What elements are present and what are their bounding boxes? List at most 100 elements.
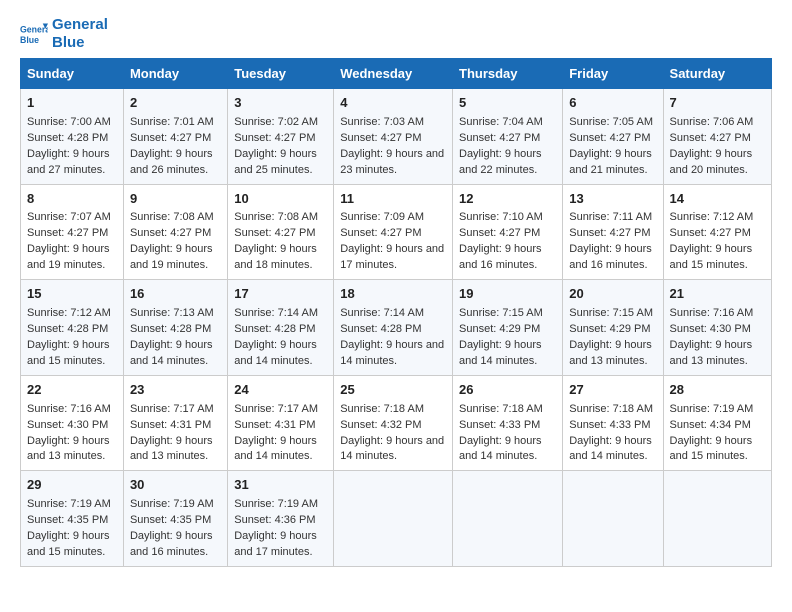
sunset-label: Sunset: 4:29 PM: [459, 323, 540, 335]
sunrise-label: Sunrise: 7:14 AM: [234, 307, 318, 319]
calendar-cell: 27Sunrise: 7:18 AMSunset: 4:33 PMDayligh…: [563, 375, 663, 471]
calendar-cell: 10Sunrise: 7:08 AMSunset: 4:27 PMDayligh…: [228, 184, 334, 280]
col-header-tuesday: Tuesday: [228, 59, 334, 89]
daylight-label: Daylight: 9 hours and 14 minutes.: [340, 339, 444, 367]
sunrise-label: Sunrise: 7:03 AM: [340, 116, 424, 128]
week-row-4: 22Sunrise: 7:16 AMSunset: 4:30 PMDayligh…: [21, 375, 772, 471]
calendar-cell: 13 Sunrise: 7:11 AM Sunset: 4:27 PM Dayligh…: [563, 184, 663, 280]
day-number: 16: [130, 285, 221, 304]
calendar-cell: [453, 471, 563, 567]
calendar-cell: 4Sunrise: 7:03 AMSunset: 4:27 PMDaylight…: [334, 89, 453, 185]
sunrise-label: Sunrise: 7:15 AM: [569, 307, 653, 319]
calendar-cell: 20Sunrise: 7:15 AMSunset: 4:29 PMDayligh…: [563, 280, 663, 376]
col-header-monday: Monday: [123, 59, 227, 89]
daylight-label: Daylight: 9 hours and 15 minutes.: [27, 530, 110, 558]
sunrise-label: Sunrise: 7:18 AM: [459, 403, 543, 415]
daylight-label: Daylight: 9 hours and 14 minutes.: [459, 339, 542, 367]
calendar-cell: 11Sunrise: 7:09 AMSunset: 4:27 PMDayligh…: [334, 184, 453, 280]
sunset-label: Sunset: 4:27 PM: [569, 227, 650, 239]
day-number: 9: [130, 190, 221, 209]
logo-text: General Blue: [52, 16, 108, 52]
sunrise-label: Sunrise: 7:08 AM: [130, 211, 214, 223]
daylight-label: Daylight: 9 hours and 14 minutes.: [569, 435, 652, 463]
col-header-friday: Friday: [563, 59, 663, 89]
sunrise-label: Sunrise: 7:02 AM: [234, 116, 318, 128]
daylight-label: Daylight: 9 hours and 23 minutes.: [340, 148, 444, 176]
daylight-label: Daylight: 9 hours and 20 minutes.: [670, 148, 753, 176]
day-number: 21: [670, 285, 765, 304]
day-number: 30: [130, 476, 221, 495]
day-number: 14: [670, 190, 765, 209]
sunset-label: Sunset: 4:28 PM: [27, 323, 108, 335]
col-header-thursday: Thursday: [453, 59, 563, 89]
calendar-cell: 1Sunrise: 7:00 AMSunset: 4:28 PMDaylight…: [21, 89, 124, 185]
header-row: SundayMondayTuesdayWednesdayThursdayFrid…: [21, 59, 772, 89]
sunset-label: Sunset: 4:32 PM: [340, 419, 421, 431]
daylight-label: Daylight: 9 hours and 14 minutes.: [234, 435, 317, 463]
day-number: 17: [234, 285, 327, 304]
sunrise-label: Sunrise: 7:15 AM: [459, 307, 543, 319]
day-number: 1: [27, 94, 117, 113]
calendar-table: SundayMondayTuesdayWednesdayThursdayFrid…: [20, 58, 772, 567]
sunrise-label: Sunrise: 7:17 AM: [130, 403, 214, 415]
sunset-label: Sunset: 4:27 PM: [569, 132, 650, 144]
sunrise-label: Sunrise: 7:04 AM: [459, 116, 543, 128]
sunrise-label: Sunrise: 7:16 AM: [27, 403, 111, 415]
header: General Blue General Blue: [20, 16, 772, 52]
day-number: 3: [234, 94, 327, 113]
sunset-label: Sunset: 4:27 PM: [27, 227, 108, 239]
day-number: 6: [569, 94, 656, 113]
calendar-cell: 19 Sunrise: 7:15 AM Sunset: 4:29 PM Dayligh…: [453, 280, 563, 376]
calendar-cell: 24Sunrise: 7:17 AMSunset: 4:31 PMDayligh…: [228, 375, 334, 471]
day-number: 25: [340, 381, 446, 400]
sunrise-label: Sunrise: 7:11 AM: [569, 211, 652, 223]
daylight-label: Daylight: 9 hours and 16 minutes.: [569, 243, 652, 271]
calendar-cell: 26Sunrise: 7:18 AMSunset: 4:33 PMDayligh…: [453, 375, 563, 471]
day-number: 27: [569, 381, 656, 400]
sunrise-label: Sunrise: 7:17 AM: [234, 403, 318, 415]
day-number: 19: [459, 285, 556, 304]
sunset-label: Sunset: 4:27 PM: [234, 132, 315, 144]
daylight-label: Daylight: 9 hours and 14 minutes.: [234, 339, 317, 367]
svg-text:Blue: Blue: [20, 35, 39, 45]
sunrise-label: Sunrise: 7:12 AM: [27, 307, 111, 319]
day-number: 5: [459, 94, 556, 113]
day-number: 18: [340, 285, 446, 304]
day-number: 15: [27, 285, 117, 304]
week-row-1: 1Sunrise: 7:00 AMSunset: 4:28 PMDaylight…: [21, 89, 772, 185]
calendar-cell: 7Sunrise: 7:06 AMSunset: 4:27 PMDaylight…: [663, 89, 771, 185]
day-number: 13: [569, 190, 656, 209]
day-number: 12: [459, 190, 556, 209]
calendar-cell: 15Sunrise: 7:12 AMSunset: 4:28 PMDayligh…: [21, 280, 124, 376]
daylight-label: Daylight: 9 hours and 15 minutes.: [670, 243, 753, 271]
sunrise-label: Sunrise: 7:05 AM: [569, 116, 653, 128]
calendar-cell: 17Sunrise: 7:14 AMSunset: 4:28 PMDayligh…: [228, 280, 334, 376]
sunrise-label: Sunrise: 7:08 AM: [234, 211, 318, 223]
calendar-cell: 2Sunrise: 7:01 AMSunset: 4:27 PMDaylight…: [123, 89, 227, 185]
calendar-cell: 3 Sunrise: 7:02 AM Sunset: 4:27 PM Daylight…: [228, 89, 334, 185]
daylight-label: Daylight: 9 hours and 17 minutes.: [234, 530, 317, 558]
sunrise-label: Sunrise: 7:16 AM: [670, 307, 754, 319]
day-number: 11: [340, 190, 446, 209]
calendar-cell: 25Sunrise: 7:18 AMSunset: 4:32 PMDayligh…: [334, 375, 453, 471]
sunset-label: Sunset: 4:33 PM: [569, 419, 650, 431]
calendar-cell: 14Sunrise: 7:12 AMSunset: 4:27 PMDayligh…: [663, 184, 771, 280]
calendar-cell: [334, 471, 453, 567]
sunset-label: Sunset: 4:27 PM: [670, 132, 751, 144]
daylight-label: Daylight: 9 hours and 17 minutes.: [340, 243, 444, 271]
sunset-label: Sunset: 4:27 PM: [459, 227, 540, 239]
sunrise-label: Sunrise: 7:01 AM: [130, 116, 214, 128]
sunrise-label: Sunrise: 7:00 AM: [27, 116, 111, 128]
daylight-label: Daylight: 9 hours and 25 minutes.: [234, 148, 317, 176]
sunrise-label: Sunrise: 7:14 AM: [340, 307, 424, 319]
daylight-label: Daylight: 9 hours and 16 minutes.: [459, 243, 542, 271]
calendar-cell: 21Sunrise: 7:16 AMSunset: 4:30 PMDayligh…: [663, 280, 771, 376]
day-number: 2: [130, 94, 221, 113]
sunrise-label: Sunrise: 7:12 AM: [670, 211, 754, 223]
sunset-label: Sunset: 4:36 PM: [234, 514, 315, 526]
sunrise-label: Sunrise: 7:18 AM: [340, 403, 424, 415]
daylight-label: Daylight: 9 hours and 16 minutes.: [130, 530, 213, 558]
daylight-label: Daylight: 9 hours and 13 minutes.: [670, 339, 753, 367]
sunset-label: Sunset: 4:27 PM: [340, 227, 421, 239]
sunrise-label: Sunrise: 7:07 AM: [27, 211, 111, 223]
